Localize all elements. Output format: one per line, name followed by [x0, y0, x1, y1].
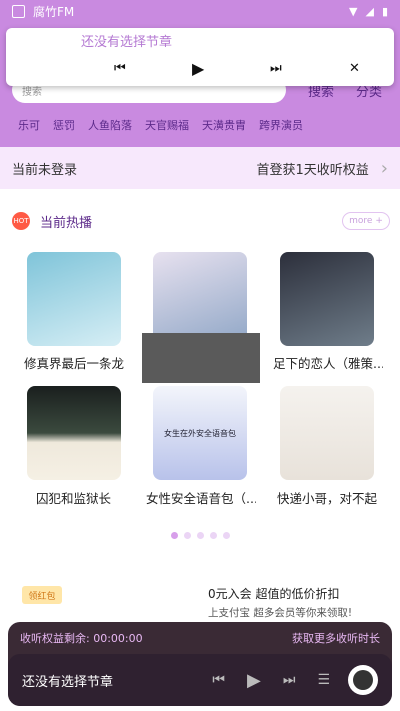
hot-section-header: HOT 当前热播 more + [12, 210, 390, 232]
tag-item[interactable]: 人鱼陷落 [88, 117, 132, 133]
tag-item[interactable]: 乐可 [18, 117, 40, 133]
login-bar[interactable]: 当前未登录 首登获1天收听权益 › [0, 147, 400, 189]
pager-dots [171, 532, 230, 539]
floating-player: 还没有选择节章 ⏮ ▶ ⏭ ✕ [6, 28, 394, 86]
play-icon[interactable]: ▶ [192, 59, 204, 78]
chevron-right-icon: › [380, 157, 388, 179]
ad-subtitle: 上支付宝 超多会员等你来领取! [208, 607, 353, 619]
next-icon[interactable]: ⏭ [270, 61, 282, 76]
get-more-time-link[interactable]: 获取更多收听时长 [292, 630, 380, 646]
pager-dot[interactable] [210, 532, 217, 539]
login-promo: 首登获1天收听权益 [256, 162, 369, 178]
album-title[interactable]: 囚犯和监狱长 [36, 488, 146, 507]
ad-badge: 领红包 [22, 586, 62, 604]
pager-dot[interactable] [223, 532, 230, 539]
previous-icon[interactable]: ⏮ [114, 61, 126, 76]
wifi-icon: ▼ [349, 4, 358, 18]
player-title: 还没有选择节章 [22, 674, 114, 690]
pager-dot[interactable] [184, 532, 191, 539]
playlist-icon[interactable]: ☰ [317, 672, 330, 688]
play-icon[interactable]: ▶ [247, 670, 261, 691]
close-icon[interactable]: ✕ [349, 61, 360, 76]
signal-icon: ◢ [365, 4, 374, 18]
album-cover[interactable] [280, 386, 374, 480]
ad-title: 0元入会 超值的低价折扣 [208, 587, 340, 601]
pager-dot[interactable] [197, 532, 204, 539]
previous-icon[interactable]: ⏮ [212, 672, 225, 688]
tag-item[interactable]: 天潢贵胄 [202, 117, 246, 133]
album-cover[interactable] [27, 386, 121, 480]
next-icon[interactable]: ⏭ [283, 672, 296, 688]
album-title[interactable]: 快递小哥，对不起 [277, 488, 387, 507]
album-cover[interactable] [153, 252, 247, 346]
ad-banner[interactable]: 领红包 0元入会 超值的低价折扣 上支付宝 超多会员等你来领取! [12, 580, 388, 620]
battery-icon: ▮ [381, 4, 388, 18]
listen-quota-bar: 收听权益剩余: 00:00:00 获取更多收听时长 [8, 622, 392, 654]
player-controls: 还没有选择节章 ⏮ ▶ ⏭ ☰ [8, 654, 392, 706]
hot-icon: HOT [12, 212, 30, 230]
album-title[interactable]: 修真界最后一条龙 [24, 353, 134, 372]
tag-list: 乐可 惩罚 人鱼陷落 天官赐福 天潢贵胄 跨界演员 [18, 117, 303, 133]
tag-item[interactable]: 惩罚 [53, 117, 75, 133]
remaining-time: 收听权益剩余: 00:00:00 [20, 632, 143, 645]
floating-player-title: 还没有选择节章 [81, 35, 173, 50]
login-status: 当前未登录 [12, 162, 78, 178]
tag-item[interactable]: 天官赐福 [145, 117, 189, 133]
album-title[interactable]: 足下的恋人（雅策... [273, 353, 383, 372]
status-bar: 腐竹FM ▼ ◢ ▮ [0, 0, 400, 22]
toast-overlay [142, 333, 260, 383]
section-title: 当前热播 [40, 215, 93, 231]
pager-dot[interactable] [171, 532, 178, 539]
album-cover[interactable]: 女生在外安全语音包 [153, 386, 247, 480]
album-cover[interactable] [280, 252, 374, 346]
album-title[interactable]: 女性安全语音包（... [146, 488, 256, 507]
more-button[interactable]: more + [342, 212, 390, 230]
app-icon [12, 4, 25, 18]
disc-icon[interactable] [348, 665, 378, 695]
bottom-player: 收听权益剩余: 00:00:00 获取更多收听时长 还没有选择节章 ⏮ ▶ ⏭ … [8, 622, 392, 706]
cover-text: 女生在外安全语音包 [164, 428, 236, 438]
app-name: 腐竹FM [33, 4, 75, 19]
album-cover[interactable] [27, 252, 121, 346]
tag-item[interactable]: 跨界演员 [259, 117, 303, 133]
